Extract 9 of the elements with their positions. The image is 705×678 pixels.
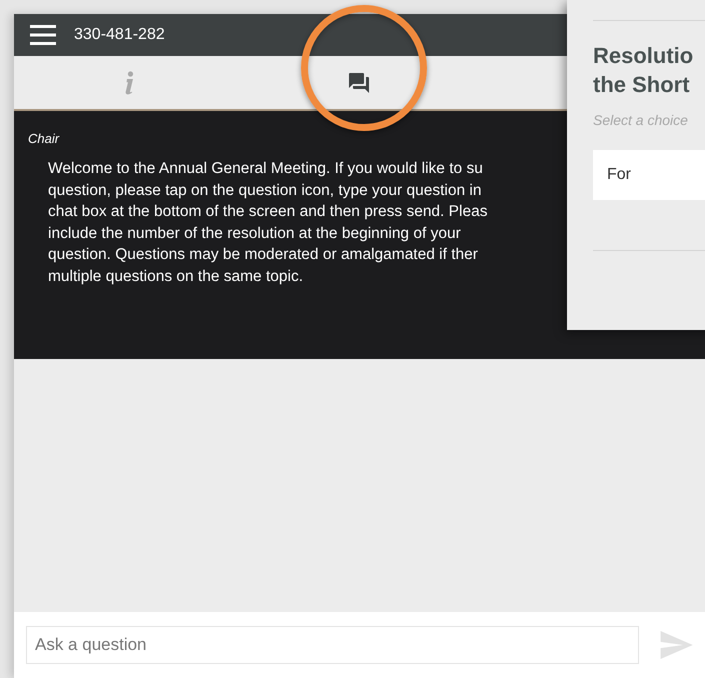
meeting-id: 330-481-282 xyxy=(74,26,165,44)
question-input[interactable]: Ask a question xyxy=(26,626,639,664)
choice-hint: Select a choice xyxy=(593,112,689,128)
message-text: Welcome to the Annual General Meeting. If you would like to su question, please tap on the question icon, type your question in chat box at the bottom of the screen and then press send. Pleas include the number of the resolution at the beginning of your question. Questions may be moderated or amalgamated if ther multiple questions on the same topic. xyxy=(47,159,488,286)
sender-name: Chair xyxy=(28,131,60,146)
resolution-title: Resolutio the Short xyxy=(593,42,694,99)
send-icon xyxy=(659,631,693,659)
menu-icon[interactable] xyxy=(30,25,56,45)
choice-option[interactable]: For xyxy=(593,150,705,200)
